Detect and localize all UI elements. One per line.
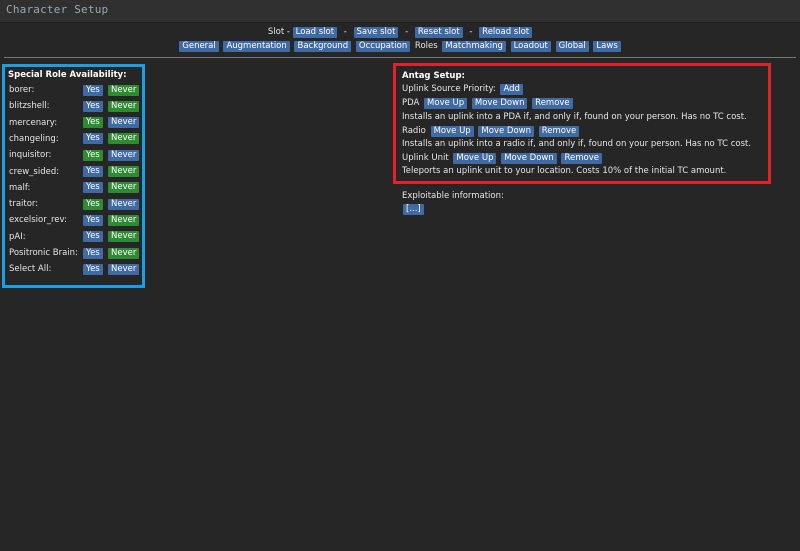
role-name: blitzshell: bbox=[9, 101, 50, 112]
role-never-button[interactable]: Never bbox=[108, 84, 140, 96]
tab-loadout[interactable]: Loadout bbox=[510, 41, 551, 52]
antag-heading: Antag Setup: bbox=[402, 71, 465, 81]
tab-background[interactable]: Background bbox=[294, 41, 352, 52]
role-never-button[interactable]: Never bbox=[108, 214, 140, 226]
role-yes-button[interactable]: Yes bbox=[83, 214, 103, 226]
uplink-source-name: Radio bbox=[402, 126, 426, 136]
role-never-button[interactable]: Never bbox=[108, 100, 140, 112]
remove-button[interactable]: Remove bbox=[561, 153, 602, 164]
uplink-source-row: Uplink Unit Move Up Move Down Remove bbox=[402, 152, 602, 164]
role-yes-button[interactable]: Yes bbox=[83, 182, 103, 194]
tab-laws[interactable]: Laws bbox=[593, 41, 621, 52]
antag-setup-panel: Antag Setup: Uplink Source Priority: Add… bbox=[393, 63, 771, 184]
move-up-button[interactable]: Move Up bbox=[453, 153, 497, 164]
role-row: crew_sided: Yes Never bbox=[9, 166, 140, 178]
role-name: mercenary: bbox=[9, 117, 58, 128]
role-name: inquisitor: bbox=[9, 150, 52, 161]
role-row: inquisitor: Yes Never bbox=[9, 149, 140, 161]
role-never-button[interactable]: Never bbox=[108, 149, 140, 161]
add-button[interactable]: Add bbox=[500, 84, 523, 95]
separator: - bbox=[343, 27, 347, 37]
tab-augmentation[interactable]: Augmentation bbox=[223, 41, 290, 52]
title-bar: Character Setup bbox=[0, 0, 800, 23]
role-name: crew_sided: bbox=[9, 166, 60, 177]
role-name: excelsior_rev: bbox=[9, 215, 67, 226]
tab-roles-current: Roles bbox=[414, 41, 438, 51]
move-down-button[interactable]: Move Down bbox=[471, 98, 528, 109]
tab-occupation[interactable]: Occupation bbox=[355, 41, 411, 52]
role-row: changeling: Yes Never bbox=[9, 133, 140, 145]
role-name: Select All: bbox=[9, 264, 52, 275]
role-yes-button[interactable]: Yes bbox=[83, 100, 103, 112]
role-name: pAI: bbox=[9, 231, 26, 242]
separator: - bbox=[469, 27, 473, 37]
role-yes-button[interactable]: Yes bbox=[83, 133, 103, 145]
role-never-button[interactable]: Never bbox=[108, 198, 140, 210]
role-name: malf: bbox=[9, 182, 31, 193]
uplink-source-name: PDA bbox=[402, 98, 420, 108]
remove-button[interactable]: Remove bbox=[532, 98, 573, 109]
role-name: traitor: bbox=[9, 199, 39, 210]
role-name: borer: bbox=[9, 85, 35, 95]
remove-button[interactable]: Remove bbox=[538, 126, 580, 137]
uplink-source-description: Installs an uplink into a PDA if, and on… bbox=[402, 112, 747, 122]
role-row: Select All: Yes Never bbox=[9, 263, 140, 275]
separator: - bbox=[405, 27, 409, 37]
save-slot-button[interactable]: Save slot bbox=[353, 27, 399, 38]
load-slot-button[interactable]: Load slot bbox=[292, 27, 338, 38]
role-row: pAI: Yes Never bbox=[9, 231, 140, 243]
role-yes-button[interactable]: Yes bbox=[83, 149, 103, 161]
role-never-button[interactable]: Never bbox=[108, 231, 140, 243]
special-role-availability-panel: Special Role Availability: borer: Yes Neve… bbox=[2, 64, 145, 288]
role-name: changeling: bbox=[9, 133, 59, 144]
role-row: excelsior_rev: Yes Never bbox=[9, 214, 140, 226]
role-row: blitzshell: Yes Never bbox=[9, 100, 140, 112]
role-row: mercenary: Yes Never bbox=[9, 117, 140, 129]
role-yes-button[interactable]: Yes bbox=[83, 198, 103, 210]
role-never-button[interactable]: Never bbox=[108, 166, 140, 177]
role-row: borer: Yes Never bbox=[9, 84, 140, 96]
role-row: malf: Yes Never bbox=[9, 182, 140, 194]
role-never-button[interactable]: Never bbox=[108, 182, 140, 194]
role-yes-button[interactable]: Yes bbox=[83, 84, 103, 96]
tab-general[interactable]: General bbox=[179, 41, 219, 52]
role-yes-button[interactable]: Yes bbox=[83, 166, 103, 177]
uplink-source-description: Installs an uplink into a radio if, and … bbox=[402, 139, 752, 149]
tab-bar: General Augmentation Background Occupati… bbox=[0, 41, 800, 52]
role-yes-button[interactable]: Yes bbox=[83, 117, 103, 129]
role-name: Positronic Brain: bbox=[9, 248, 78, 258]
role-yes-button[interactable]: Yes bbox=[83, 263, 103, 275]
role-yes-button[interactable]: Yes bbox=[83, 247, 103, 259]
role-yes-button[interactable]: Yes bbox=[83, 231, 103, 243]
window-title: Character Setup bbox=[6, 3, 109, 16]
move-up-button[interactable]: Move Up bbox=[424, 98, 468, 109]
move-up-button[interactable]: Move Up bbox=[430, 126, 474, 137]
tab-global[interactable]: Global bbox=[555, 41, 589, 52]
role-never-button[interactable]: Never bbox=[108, 117, 140, 129]
uplink-source-row: Radio Move Up Move Down Remove bbox=[402, 125, 580, 137]
uplink-source-name: Uplink Unit bbox=[402, 153, 449, 163]
divider bbox=[4, 57, 796, 58]
role-never-button[interactable]: Never bbox=[108, 247, 140, 259]
slot-controls: Slot - Load slot - Save slot - Reset slo… bbox=[0, 27, 800, 38]
tab-matchmaking[interactable]: Matchmaking bbox=[442, 41, 506, 52]
reset-slot-button[interactable]: Reset slot bbox=[414, 27, 463, 38]
slot-label: Slot - bbox=[267, 27, 290, 37]
reload-slot-button[interactable]: Reload slot bbox=[479, 27, 533, 38]
role-row: traitor: Yes Never bbox=[9, 198, 140, 210]
role-row: Positronic Brain: Yes Never bbox=[9, 247, 140, 259]
uplink-source-row: PDA Move Up Move Down Remove bbox=[402, 97, 573, 109]
role-never-button[interactable]: Never bbox=[108, 263, 140, 275]
move-down-button[interactable]: Move Down bbox=[478, 126, 535, 137]
uplink-priority-label: Uplink Source Priority: bbox=[402, 84, 496, 94]
exploitable-info-button[interactable]: [...] bbox=[403, 204, 424, 215]
uplink-source-description: Teleports an uplink unit to your locatio… bbox=[402, 166, 727, 176]
uplink-priority-row: Uplink Source Priority: Add bbox=[402, 83, 523, 95]
exploitable-info-label: Exploitable information: bbox=[402, 191, 504, 201]
roles-heading: Special Role Availability: bbox=[8, 70, 127, 80]
move-down-button[interactable]: Move Down bbox=[501, 153, 557, 164]
role-never-button[interactable]: Never bbox=[108, 133, 140, 145]
